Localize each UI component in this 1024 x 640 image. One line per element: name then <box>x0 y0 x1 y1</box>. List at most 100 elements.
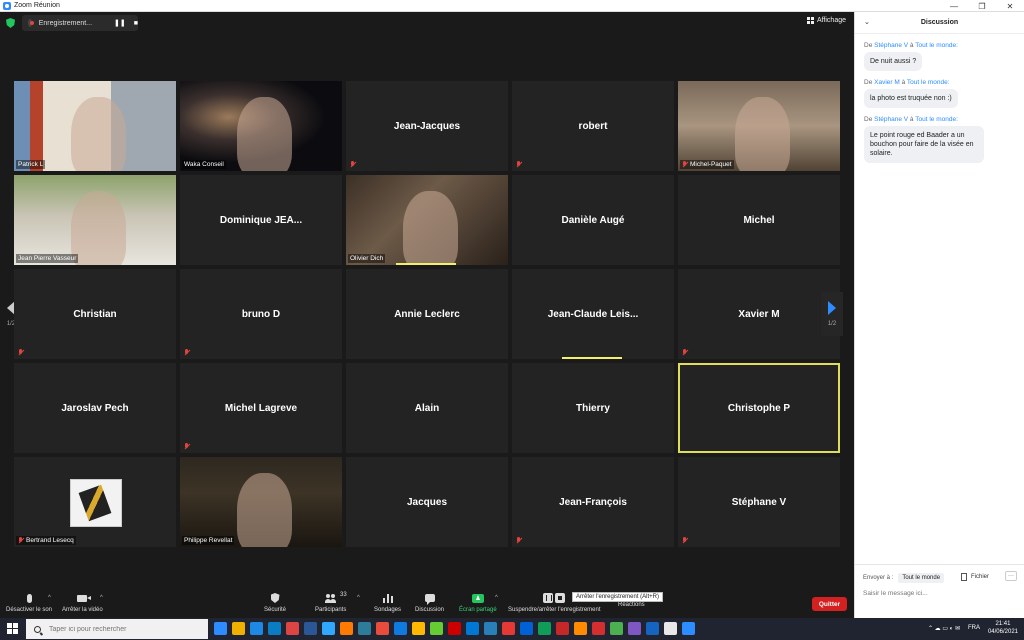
taskbar-app-icon[interactable] <box>394 622 407 635</box>
participant-tile[interactable]: Alain <box>346 363 508 453</box>
participant-tile[interactable]: Jean-Claude Leis... <box>512 269 674 359</box>
participant-tile[interactable]: Michel <box>678 175 840 265</box>
share-screen-button[interactable]: Écran partagé <box>459 592 497 613</box>
input-language[interactable]: FRA <box>968 625 980 631</box>
participant-tile[interactable]: Michel Lagreve <box>180 363 342 453</box>
participant-tile[interactable]: Christophe P <box>678 363 840 453</box>
chat-sender-name[interactable]: Stéphane V <box>874 42 908 49</box>
windows-start-icon[interactable] <box>7 623 18 634</box>
participant-tile[interactable]: Olivier Dich <box>346 175 508 265</box>
taskbar-app-icon[interactable] <box>376 622 389 635</box>
chat-button[interactable]: Discussion <box>415 592 444 613</box>
taskbar-app-icon[interactable] <box>214 622 227 635</box>
muted-mic-icon <box>682 537 688 544</box>
reactions-button[interactable]: Réactions <box>618 602 645 608</box>
stop-recording-button-icon[interactable] <box>555 593 566 603</box>
share-options-caret[interactable]: ^ <box>495 595 498 601</box>
participant-tile[interactable]: Jean Pierre Vasseur <box>14 175 176 265</box>
participant-tile[interactable]: Christian <box>14 269 176 359</box>
taskbar-app-icon[interactable] <box>646 622 659 635</box>
chat-recipient-name[interactable]: Tout le monde <box>915 42 956 49</box>
participant-tile[interactable]: robert <box>512 81 674 171</box>
maximize-button[interactable]: ❐ <box>968 0 996 12</box>
file-button[interactable]: Fichier <box>961 573 989 581</box>
participant-tile[interactable]: Waka Conseil <box>180 81 342 171</box>
taskbar-app-icon[interactable] <box>484 622 497 635</box>
taskbar-app-icon[interactable] <box>682 622 695 635</box>
pause-recording-button-icon[interactable] <box>543 593 554 603</box>
reactions-label: Réactions <box>618 602 645 608</box>
view-button-label: Affichage <box>816 17 846 24</box>
view-button[interactable]: Affichage <box>806 17 846 24</box>
taskbar-app-icon[interactable] <box>664 622 677 635</box>
next-page-button[interactable]: 1/2 <box>821 292 843 336</box>
participant-tile[interactable]: Jaroslav Pech <box>14 363 176 453</box>
participant-name-label: Jean Pierre Vasseur <box>16 254 79 263</box>
taskbar-clock[interactable]: 21:41 04/06/2021 <box>988 620 1018 636</box>
participant-tile[interactable]: Patrick L <box>14 81 176 171</box>
chat-sender-name[interactable]: Xavier M <box>874 79 900 86</box>
chat-header: ⌄ Discussion <box>855 12 1024 34</box>
participant-tile[interactable]: Philippe Revellat <box>180 457 342 547</box>
taskbar-search[interactable] <box>26 619 208 639</box>
taskbar-app-icon[interactable] <box>412 622 425 635</box>
participant-tile[interactable]: Bertrand Lesecq <box>14 457 176 547</box>
participant-tile[interactable]: bruno D <box>180 269 342 359</box>
participant-tile[interactable]: Xavier M <box>678 269 840 359</box>
participant-tile[interactable]: Stéphane V <box>678 457 840 547</box>
taskbar-app-icon[interactable] <box>574 622 587 635</box>
taskbar-app-icon[interactable] <box>304 622 317 635</box>
chat-message-input[interactable] <box>863 590 1013 597</box>
chat-recipient-name[interactable]: Tout le monde <box>915 116 956 123</box>
participant-tile[interactable]: Jean-Jacques <box>346 81 508 171</box>
chat-recipient-name[interactable]: Tout le monde <box>907 79 948 86</box>
participant-tile[interactable]: Dominique JEA... <box>180 175 342 265</box>
taskbar-app-icon[interactable] <box>268 622 281 635</box>
quit-button[interactable]: Quitter <box>812 597 847 611</box>
participant-tile[interactable]: Jacques <box>346 457 508 547</box>
taskbar-app-icon[interactable] <box>610 622 623 635</box>
taskbar-app-icon[interactable] <box>466 622 479 635</box>
chat-sender-name[interactable]: Stéphane V <box>874 116 908 123</box>
chat-from-prefix: De <box>864 42 873 49</box>
participant-name-label: Philippe Revellat <box>182 536 235 545</box>
taskbar-app-icon[interactable] <box>232 622 245 635</box>
collapse-chevron-icon[interactable]: ⌄ <box>864 18 870 26</box>
taskbar-app-icon[interactable] <box>340 622 353 635</box>
taskbar-app-icon[interactable] <box>538 622 551 635</box>
stop-video-button[interactable]: Arrêter la vidéo <box>62 592 103 613</box>
taskbar-app-icon[interactable] <box>520 622 533 635</box>
taskbar-app-icon[interactable] <box>592 622 605 635</box>
taskbar-app-icon[interactable] <box>430 622 443 635</box>
taskbar-app-icon[interactable] <box>250 622 263 635</box>
minimize-button[interactable]: — <box>940 0 968 12</box>
participant-tile[interactable]: Thierry <box>512 363 674 453</box>
taskbar-app-icon[interactable] <box>286 622 299 635</box>
participant-tile[interactable]: Jean-François <box>512 457 674 547</box>
encryption-shield-icon[interactable] <box>6 18 15 28</box>
pause-recording-icon[interactable]: ❚❚ <box>114 19 126 27</box>
participant-tile[interactable]: Michel-Paquet <box>678 81 840 171</box>
taskbar-app-icon[interactable] <box>556 622 569 635</box>
polls-button[interactable]: Sondages <box>374 592 401 613</box>
video-options-caret[interactable]: ^ <box>100 595 103 601</box>
stop-recording-icon[interactable]: ■ <box>134 20 138 27</box>
send-to-select[interactable]: Tout le monde <box>898 573 945 583</box>
close-button[interactable]: ✕ <box>996 0 1024 12</box>
tray-icons[interactable]: ⌃ ☁ ▭ ◐ ✉ <box>928 625 960 632</box>
mute-button[interactable]: Désactiver le son <box>6 592 52 613</box>
taskbar-app-icon[interactable] <box>502 622 515 635</box>
more-options-button[interactable]: ··· <box>1005 571 1017 581</box>
taskbar-app-icon[interactable] <box>322 622 335 635</box>
participant-tile[interactable]: Annie Leclerc <box>346 269 508 359</box>
security-button[interactable]: Sécurité <box>264 592 286 613</box>
taskbar-app-icon[interactable] <box>448 622 461 635</box>
taskbar-app-icon[interactable] <box>358 622 371 635</box>
participant-tile[interactable]: Danièle Augé <box>512 175 674 265</box>
participant-video <box>70 191 126 265</box>
participant-name: Philippe Revellat <box>184 537 233 544</box>
taskbar-app-icon[interactable] <box>628 622 641 635</box>
participants-options-caret[interactable]: ^ <box>357 595 360 601</box>
audio-options-caret[interactable]: ^ <box>48 595 51 601</box>
taskbar-search-input[interactable] <box>49 625 199 633</box>
